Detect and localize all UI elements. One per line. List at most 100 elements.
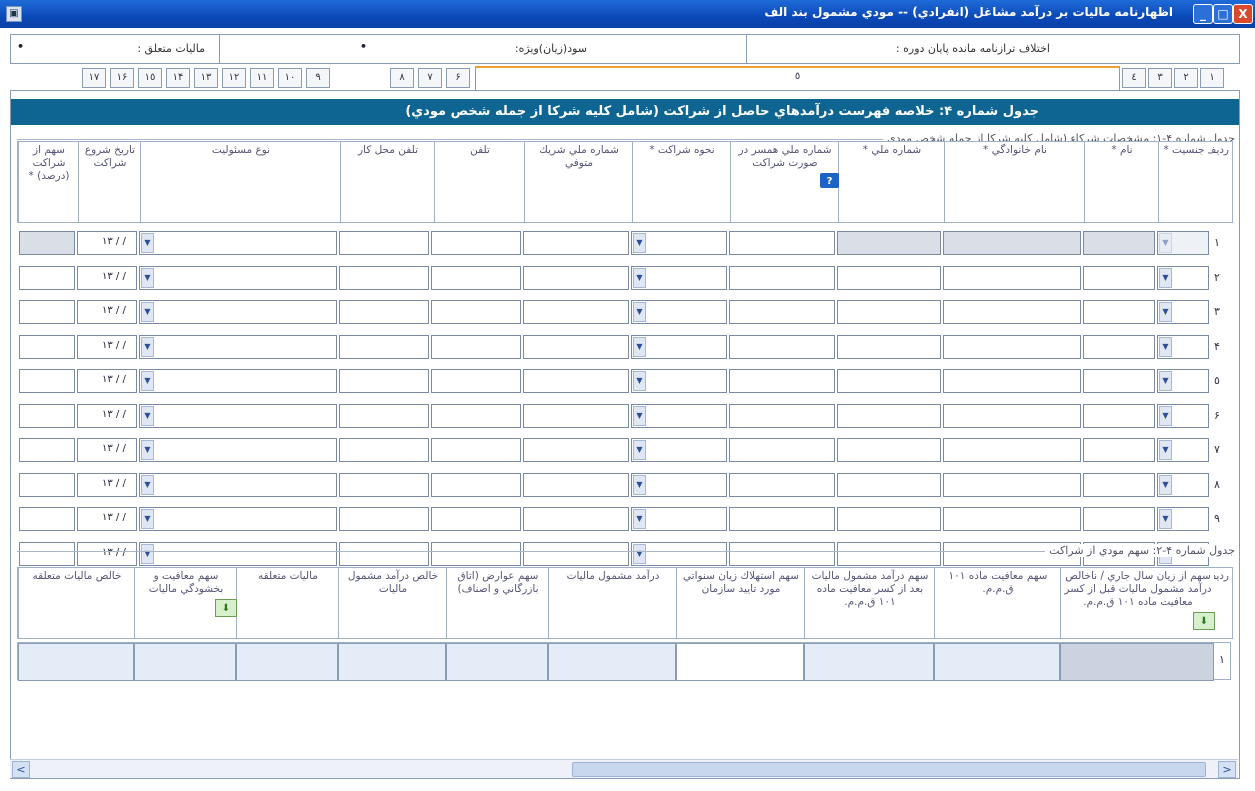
responsibility-select[interactable]: ▼ (139, 266, 337, 290)
last-name-input[interactable] (943, 266, 1081, 290)
tab-13[interactable]: ١٣ (194, 68, 218, 88)
phone-input[interactable] (431, 542, 521, 566)
start-date-input[interactable]: ١٣ / / (77, 507, 137, 531)
national-id-input[interactable] (837, 473, 941, 497)
phone-input[interactable] (431, 369, 521, 393)
tab-12[interactable]: ١٢ (222, 68, 246, 88)
tab-10[interactable]: ١٠ (278, 68, 302, 88)
spouse-id-input[interactable] (729, 438, 835, 462)
first-name-input[interactable] (1083, 473, 1155, 497)
phone-input[interactable] (431, 473, 521, 497)
national-id-input[interactable] (837, 300, 941, 324)
phone-input[interactable] (431, 507, 521, 531)
gender-select[interactable]: ▼ (1157, 369, 1209, 393)
partnership-type-select[interactable]: ▼ (631, 404, 727, 428)
start-date-input[interactable]: ١٣ / / (77, 404, 137, 428)
deceased-partner-id-input[interactable] (523, 266, 629, 290)
phone-input[interactable] (431, 231, 521, 255)
last-name-input[interactable] (943, 369, 1081, 393)
partnership-type-select[interactable]: ▼ (631, 369, 727, 393)
deceased-partner-id-input[interactable] (523, 404, 629, 428)
close-button[interactable]: X (1233, 4, 1253, 24)
gender-select[interactable]: ▼ (1157, 266, 1209, 290)
spouse-id-input[interactable] (729, 542, 835, 566)
tab-9[interactable]: ٩ (306, 68, 330, 88)
partnership-type-select[interactable]: ▼ (631, 438, 727, 462)
share-percent-input[interactable] (19, 507, 75, 531)
national-id-input[interactable] (837, 542, 941, 566)
tab-2[interactable]: ٢ (1174, 68, 1198, 88)
spouse-id-input[interactable] (729, 300, 835, 324)
work-phone-input[interactable] (339, 231, 429, 255)
share-percent-input[interactable] (19, 335, 75, 359)
tab-7[interactable]: ٧ (418, 68, 442, 88)
work-phone-input[interactable] (339, 335, 429, 359)
first-name-input[interactable] (1083, 438, 1155, 462)
deceased-partner-id-input[interactable] (523, 473, 629, 497)
share-percent-input[interactable] (19, 542, 75, 566)
share-percent-input[interactable] (19, 473, 75, 497)
responsibility-select[interactable]: ▼ (139, 369, 337, 393)
down-arrow-icon[interactable]: ⬇ (215, 599, 237, 617)
work-phone-input[interactable] (339, 542, 429, 566)
responsibility-select[interactable]: ▼ (139, 473, 337, 497)
start-date-input[interactable]: ١٣ / / (77, 473, 137, 497)
work-phone-input[interactable] (339, 507, 429, 531)
down-arrow-icon[interactable]: ⬇ (1193, 612, 1215, 630)
last-name-input[interactable] (943, 300, 1081, 324)
scrollbar-thumb[interactable] (572, 762, 1206, 777)
partnership-type-select[interactable]: ▼ (631, 335, 727, 359)
tab-3[interactable]: ٣ (1148, 68, 1172, 88)
phone-input[interactable] (431, 438, 521, 462)
tab-17[interactable]: ١٧ (82, 68, 106, 88)
last-name-input[interactable] (943, 438, 1081, 462)
deceased-partner-id-input[interactable] (523, 507, 629, 531)
responsibility-select[interactable]: ▼ (139, 404, 337, 428)
deceased-partner-id-input[interactable] (523, 335, 629, 359)
spouse-id-input[interactable] (729, 266, 835, 290)
last-name-input[interactable] (943, 473, 1081, 497)
horizontal-scrollbar[interactable]: < > (10, 759, 1238, 778)
share-percent-input[interactable] (19, 404, 75, 428)
deceased-partner-id-input[interactable] (523, 369, 629, 393)
national-id-input[interactable] (837, 507, 941, 531)
last-name-input[interactable] (943, 404, 1081, 428)
spouse-id-input[interactable] (729, 231, 835, 255)
deceased-partner-id-input[interactable] (523, 231, 629, 255)
national-id-input[interactable] (837, 335, 941, 359)
work-phone-input[interactable] (339, 266, 429, 290)
share-percent-input[interactable] (19, 300, 75, 324)
partnership-type-select[interactable]: ▼ (631, 542, 727, 566)
t2-loss-depreciation-input[interactable] (676, 643, 804, 681)
start-date-input[interactable]: ١٣ / / (77, 335, 137, 359)
spouse-id-input[interactable] (729, 404, 835, 428)
responsibility-select[interactable]: ▼ (139, 300, 337, 324)
maximize-button[interactable]: □ (1213, 4, 1233, 24)
first-name-input[interactable] (1083, 507, 1155, 531)
tab-14[interactable]: ١۴ (166, 68, 190, 88)
phone-input[interactable] (431, 404, 521, 428)
gender-select[interactable]: ▼ (1157, 300, 1209, 324)
national-id-input[interactable] (837, 266, 941, 290)
scroll-right-icon[interactable]: > (1218, 761, 1236, 778)
scroll-left-icon[interactable]: < (12, 761, 30, 778)
tab-15[interactable]: ١٥ (138, 68, 162, 88)
work-phone-input[interactable] (339, 300, 429, 324)
tab-1[interactable]: ١ (1200, 68, 1224, 88)
work-phone-input[interactable] (339, 473, 429, 497)
work-phone-input[interactable] (339, 369, 429, 393)
spouse-id-input[interactable] (729, 473, 835, 497)
tab-4[interactable]: ٤ (1122, 68, 1146, 88)
start-date-input[interactable]: ١٣ / / (77, 300, 137, 324)
start-date-input[interactable]: ١٣ / / (77, 542, 137, 566)
responsibility-select[interactable]: ▼ (139, 335, 337, 359)
help-icon[interactable]: ? (820, 173, 839, 188)
work-phone-input[interactable] (339, 438, 429, 462)
partnership-type-select[interactable]: ▼ (631, 300, 727, 324)
first-name-input[interactable] (1083, 404, 1155, 428)
last-name-input[interactable] (943, 335, 1081, 359)
gender-select[interactable]: ▼ (1157, 473, 1209, 497)
responsibility-select[interactable]: ▼ (139, 507, 337, 531)
first-name-input[interactable] (1083, 300, 1155, 324)
responsibility-select[interactable]: ▼ (139, 231, 337, 255)
